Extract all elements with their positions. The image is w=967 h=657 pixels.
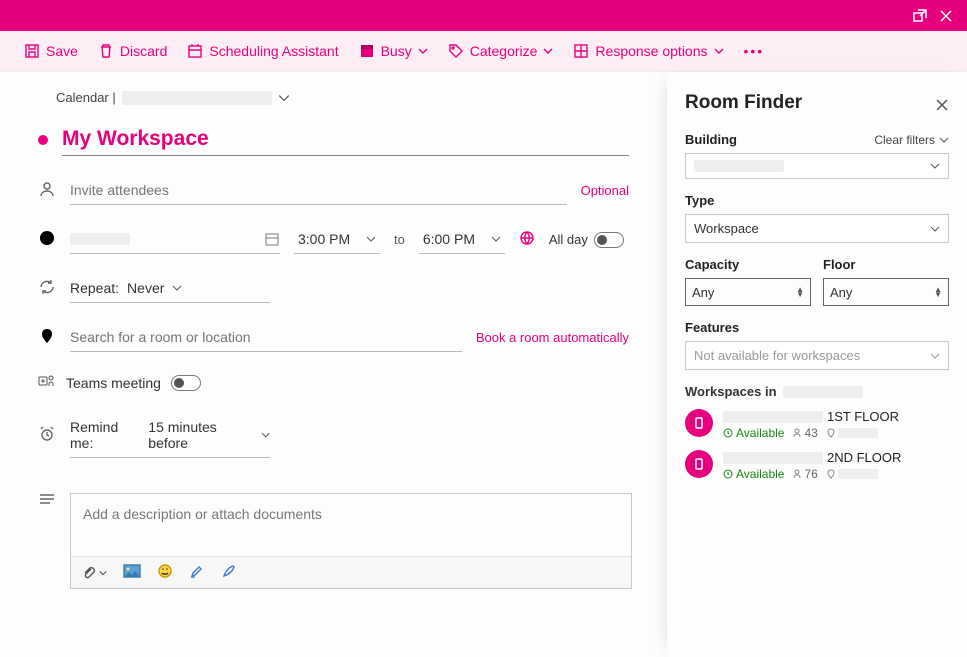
close-window-button[interactable] [933,3,959,29]
workspace-available: Available [736,467,784,481]
type-value: Workspace [694,221,759,236]
scheduling-label: Scheduling Assistant [209,43,338,59]
repeat-icon [38,278,56,299]
emoji-icon[interactable] [157,563,173,582]
type-select[interactable]: Workspace [685,214,949,243]
calendar-prefix: Calendar | [56,90,116,105]
busy-label: Busy [381,43,412,59]
workspace-available: Available [736,426,784,440]
to-label: to [394,232,405,247]
busy-dropdown[interactable]: Busy [359,43,428,59]
end-time-value: 6:00 PM [423,231,475,247]
description-box: Add a description or attach documents [70,493,632,589]
discard-button[interactable]: Discard [98,43,167,59]
scheduling-button[interactable]: Scheduling Assistant [187,43,338,59]
workspace-icon [685,409,713,437]
response-dropdown[interactable]: Response options [573,43,723,59]
optional-attendees-link[interactable]: Optional [581,183,629,198]
response-label: Response options [595,43,707,59]
capacity-value: Any [692,285,714,300]
save-label: Save [46,43,78,59]
features-select[interactable]: Not available for workspaces [685,341,949,370]
floor-spinner[interactable]: Any ▲▼ [823,278,949,306]
all-day-label: All day [549,232,588,247]
close-finder-button[interactable] [935,96,949,110]
repeat-select[interactable]: Repeat: Never [70,274,270,303]
event-color-bullet[interactable] [38,135,48,145]
repeat-label: Repeat: [70,280,119,296]
teams-label: Teams meeting [66,375,161,391]
location-input[interactable] [70,323,462,352]
save-button[interactable]: Save [24,43,78,59]
attach-icon[interactable] [81,565,107,581]
discard-label: Discard [120,43,167,59]
capacity-spinner[interactable]: Any ▲▼ [685,278,811,306]
clear-filters-link[interactable]: Clear filters [874,133,949,147]
start-time-value: 3:00 PM [298,231,350,247]
floor-label: Floor [823,257,856,272]
repeat-value: Never [127,280,164,296]
building-select[interactable] [685,153,949,179]
popout-button[interactable] [907,3,933,29]
description-icon [38,490,56,511]
categorize-dropdown[interactable]: Categorize [448,43,554,59]
highlight-icon[interactable] [189,563,205,582]
workspace-name-suffix: 2ND FLOOR [827,450,901,465]
workspace-capacity: 76 [804,467,817,481]
workspace-name-suffix: 1ST FLOOR [827,409,899,424]
person-icon [38,180,56,201]
picture-icon[interactable] [123,564,141,581]
invite-attendees-input[interactable] [70,176,567,205]
workspace-icon [685,450,713,478]
room-finder-title: Room Finder [685,92,949,114]
teams-icon [38,372,56,393]
reminder-label: Remind me: [70,419,140,451]
features-value: Not available for workspaces [694,348,860,363]
reminder-icon [38,425,56,446]
end-time-select[interactable]: 6:00 PM [419,225,505,254]
location-icon [38,327,56,348]
reminder-select[interactable]: Remind me: 15 minutes before [70,413,270,458]
workspace-result[interactable]: 1ST FLOOR Available 43 [685,409,949,440]
reminder-value: 15 minutes before [148,419,252,451]
all-day-toggle[interactable] [594,232,624,248]
date-picker[interactable] [70,225,280,254]
workspaces-header: Workspaces in [685,384,949,399]
calendar-picker[interactable]: Calendar | [56,90,629,105]
ink-icon[interactable] [221,563,237,582]
description-textarea[interactable]: Add a description or attach documents [71,494,631,556]
type-label: Type [685,193,714,208]
capacity-label: Capacity [685,257,739,272]
workspace-capacity: 43 [804,426,817,440]
book-room-auto-link[interactable]: Book a room automatically [476,330,629,345]
features-label: Features [685,320,739,335]
event-title-input[interactable] [62,123,629,156]
clock-icon [38,229,56,250]
teams-toggle[interactable] [171,375,201,391]
timezone-icon[interactable] [519,230,535,249]
calendar-owner-redacted [122,91,272,105]
start-time-select[interactable]: 3:00 PM [294,225,380,254]
more-button[interactable]: ••• [744,43,765,59]
building-label: Building [685,132,737,147]
categorize-label: Categorize [470,43,538,59]
workspace-result[interactable]: 2ND FLOOR Available 76 [685,450,949,481]
floor-value: Any [830,285,852,300]
